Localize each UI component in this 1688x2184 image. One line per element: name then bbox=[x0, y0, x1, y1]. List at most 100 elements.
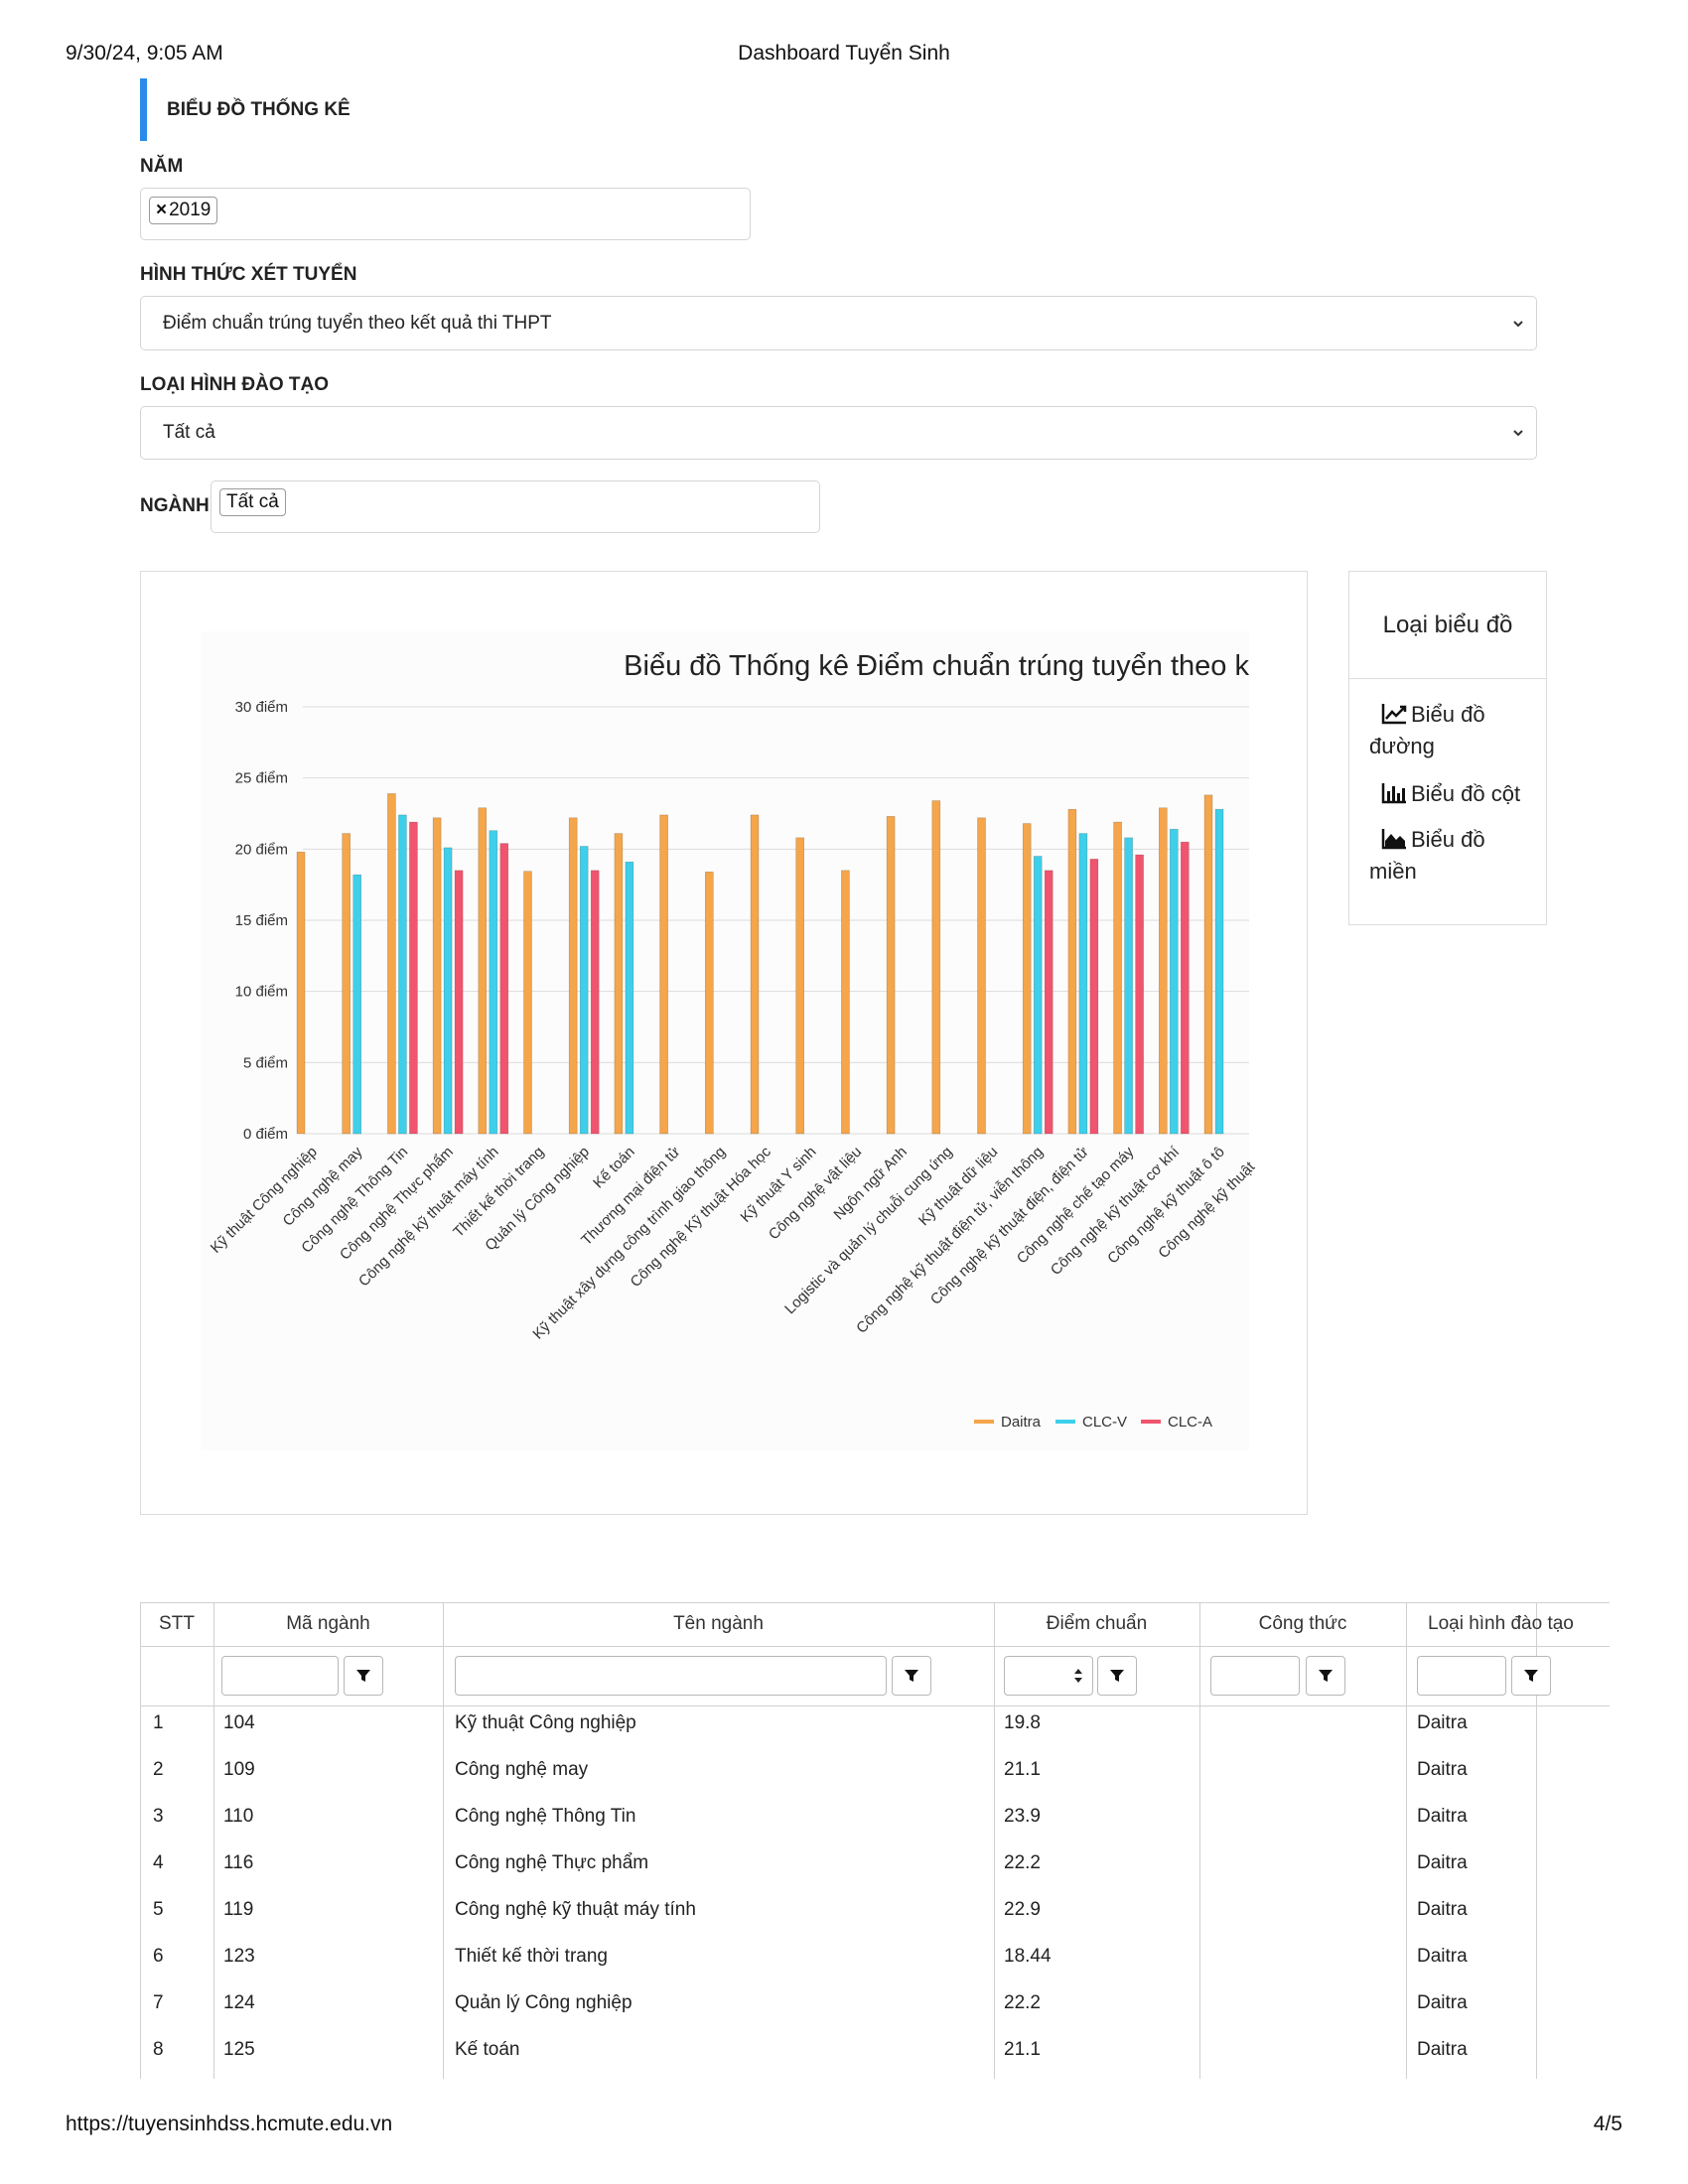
section-title: BIỂU ĐỒ THỐNG KÊ bbox=[140, 78, 351, 141]
filter-icon bbox=[1319, 1670, 1333, 1682]
cell-training-type: Daitra bbox=[1417, 2039, 1468, 2060]
x-tick-label: Công ng bbox=[1267, 1144, 1309, 1195]
cell-stt: 5 bbox=[153, 1899, 164, 1920]
bar-chart: Biểu đồ Thống kê Điểm chuẩn trúng tuyển … bbox=[202, 631, 1309, 1450]
name-filter-input[interactable] bbox=[455, 1656, 887, 1696]
formula-filter-input[interactable] bbox=[1210, 1656, 1300, 1696]
cell-name: Công nghệ may bbox=[455, 1759, 589, 1780]
bar-daitra[interactable] bbox=[387, 793, 396, 1135]
score-filter-button[interactable] bbox=[1097, 1656, 1137, 1696]
bar-daitra[interactable] bbox=[523, 871, 532, 1135]
code-filter-button[interactable] bbox=[344, 1656, 383, 1696]
cell-training-type: Daitra bbox=[1417, 1712, 1468, 1733]
training-label: LOẠI HÌNH ĐÀO TẠO bbox=[140, 374, 329, 395]
bar-clc-a[interactable] bbox=[499, 843, 509, 1135]
y-tick-label: 25 điểm bbox=[235, 770, 288, 787]
bar-daitra[interactable] bbox=[614, 833, 624, 1135]
cell-stt: 2 bbox=[153, 1759, 164, 1780]
bar-chart-option[interactable]: Biểu đồ cột bbox=[1369, 778, 1538, 810]
cell-name: Quản lý Công nghiệp bbox=[455, 1992, 633, 2013]
bar-clc-a[interactable] bbox=[409, 821, 418, 1135]
col-header-formula[interactable]: Công thức bbox=[1199, 1602, 1406, 1646]
area-chart-icon bbox=[1381, 829, 1406, 850]
major-label: NGÀNH bbox=[140, 495, 210, 516]
cell-training-type: Daitra bbox=[1417, 1946, 1468, 1967]
bar-clc-a[interactable] bbox=[590, 870, 600, 1135]
training-select-value: Tất cả bbox=[163, 422, 215, 443]
number-spinner-icon[interactable] bbox=[1067, 1656, 1089, 1696]
bar-daitra[interactable] bbox=[1067, 808, 1077, 1135]
bar-daitra[interactable] bbox=[931, 800, 941, 1135]
bar-daitra[interactable] bbox=[432, 817, 442, 1135]
bar-clc-v[interactable] bbox=[398, 814, 407, 1135]
bar-daitra[interactable] bbox=[342, 833, 351, 1135]
formula-filter-button[interactable] bbox=[1306, 1656, 1345, 1696]
bar-daitra[interactable] bbox=[977, 817, 986, 1135]
bar-clc-v[interactable] bbox=[625, 861, 634, 1135]
bar-chart-icon bbox=[1381, 783, 1406, 804]
training-type-filter-input[interactable] bbox=[1417, 1656, 1506, 1696]
legend-label[interactable]: CLC-V bbox=[1082, 1414, 1127, 1431]
cell-code: 124 bbox=[223, 1992, 255, 2013]
bar-daitra[interactable] bbox=[795, 837, 805, 1135]
cell-score: 19.8 bbox=[1004, 1712, 1041, 1733]
training-type-filter-button[interactable] bbox=[1511, 1656, 1551, 1696]
method-select[interactable]: Điểm chuẩn trúng tuyển theo kết quả thi … bbox=[140, 296, 1537, 350]
col-header-score[interactable]: Điểm chuẩn bbox=[994, 1602, 1199, 1646]
cell-training-type: Daitra bbox=[1417, 1899, 1468, 1920]
y-tick-label: 20 điểm bbox=[235, 841, 288, 858]
major-tag-label: Tất cả bbox=[226, 491, 279, 512]
bar-daitra[interactable] bbox=[478, 807, 488, 1135]
bar-clc-a[interactable] bbox=[454, 870, 464, 1135]
bar-daitra[interactable] bbox=[568, 817, 578, 1135]
training-select[interactable]: Tất cả bbox=[140, 406, 1537, 460]
major-multiselect[interactable]: Tất cả bbox=[211, 480, 820, 533]
cell-name: Công nghệ Thực phẩm bbox=[455, 1852, 649, 1873]
line-chart-option[interactable]: Biểu đồ đường bbox=[1369, 699, 1538, 762]
bar-clc-v[interactable] bbox=[352, 874, 361, 1135]
area-chart-option[interactable]: Biểu đồ miền bbox=[1369, 824, 1538, 887]
legend-label[interactable]: Daitra bbox=[1001, 1414, 1042, 1431]
bar-clc-a[interactable] bbox=[1135, 854, 1144, 1135]
cell-score: 22.2 bbox=[1004, 1992, 1041, 2013]
print-header: 9/30/24, 9:05 AM Dashboard Tuyển Sinh bbox=[66, 42, 1622, 71]
col-header-name[interactable]: Tên ngành bbox=[443, 1602, 994, 1646]
chevron-down-icon bbox=[1513, 430, 1523, 437]
y-tick-label: 0 điểm bbox=[243, 1126, 288, 1143]
line-chart-icon bbox=[1381, 704, 1407, 725]
bar-daitra[interactable] bbox=[296, 851, 306, 1135]
bar-daitra[interactable] bbox=[1203, 794, 1213, 1135]
bar-clc-v[interactable] bbox=[489, 830, 498, 1135]
col-header-stt[interactable]: STT bbox=[140, 1602, 213, 1646]
code-filter-input[interactable] bbox=[221, 1656, 339, 1696]
cell-stt: 8 bbox=[153, 2039, 164, 2060]
bar-clc-v[interactable] bbox=[443, 847, 453, 1135]
year-multiselect[interactable]: × 2019 bbox=[140, 188, 751, 240]
bar-daitra[interactable] bbox=[886, 816, 896, 1135]
col-header-training-type[interactable]: Loại hình đào tạo bbox=[1406, 1602, 1610, 1646]
legend-label[interactable]: CLC-A bbox=[1168, 1414, 1212, 1431]
bar-daitra[interactable] bbox=[1022, 823, 1032, 1135]
major-tag[interactable]: Tất cả bbox=[219, 488, 286, 516]
bar-clc-a[interactable] bbox=[1044, 870, 1054, 1135]
bar-daitra[interactable] bbox=[750, 814, 760, 1135]
bar-clc-v[interactable] bbox=[1170, 828, 1179, 1135]
col-divider bbox=[994, 1602, 995, 2079]
bar-daitra[interactable] bbox=[1159, 807, 1168, 1135]
bar-daitra[interactable] bbox=[659, 814, 668, 1135]
year-tag[interactable]: × 2019 bbox=[149, 197, 218, 224]
name-filter-button[interactable] bbox=[892, 1656, 931, 1696]
bar-clc-v[interactable] bbox=[1033, 856, 1043, 1135]
bar-clc-v[interactable] bbox=[579, 846, 589, 1135]
remove-tag-icon[interactable]: × bbox=[156, 200, 167, 220]
bar-daitra[interactable] bbox=[704, 871, 714, 1135]
bar-daitra[interactable] bbox=[1113, 821, 1122, 1135]
bar-clc-v[interactable] bbox=[1124, 837, 1133, 1135]
bar-clc-a[interactable] bbox=[1181, 841, 1190, 1135]
bar-clc-v[interactable] bbox=[1078, 833, 1088, 1135]
bar-clc-a[interactable] bbox=[1089, 859, 1099, 1135]
cell-score: 23.9 bbox=[1004, 1806, 1041, 1827]
bar-daitra[interactable] bbox=[841, 870, 850, 1135]
bar-clc-v[interactable] bbox=[1214, 808, 1224, 1135]
col-header-code[interactable]: Mã ngành bbox=[213, 1602, 443, 1646]
